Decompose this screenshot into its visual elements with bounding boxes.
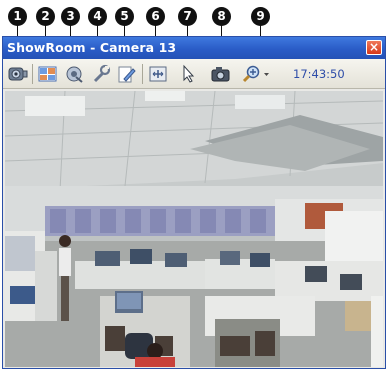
- snapshot-icon: [211, 67, 230, 82]
- layout-button[interactable]: [37, 64, 59, 84]
- zoom-icon: [242, 65, 269, 83]
- playback-icon: [66, 66, 83, 83]
- close-icon: ×: [368, 40, 380, 54]
- camera-select-button[interactable]: [7, 64, 29, 84]
- callout-6: 6: [146, 7, 165, 26]
- callout-3: 3: [61, 7, 80, 26]
- callout-8: 8: [212, 7, 231, 26]
- snapshot-button[interactable]: [210, 64, 232, 84]
- toolbar-separator: [32, 64, 33, 84]
- pointer-icon: [183, 64, 195, 83]
- toolbar-separator: [142, 64, 143, 84]
- edit-button[interactable]: [116, 64, 138, 84]
- settings-button[interactable]: [90, 64, 112, 84]
- window-title: ShowRoom - Camera 13: [7, 40, 177, 55]
- fit-window-button[interactable]: [147, 64, 169, 84]
- zoom-button[interactable]: [242, 64, 272, 84]
- camera-video-feed[interactable]: [5, 91, 383, 367]
- callout-9: 9: [251, 7, 270, 26]
- callout-1: 1: [8, 7, 27, 26]
- title-bar[interactable]: ShowRoom - Camera 13 ×: [3, 37, 385, 59]
- settings-icon: [93, 64, 111, 83]
- layout-icon: [38, 66, 57, 82]
- callout-5: 5: [115, 7, 134, 26]
- office-scene-image: [5, 91, 383, 367]
- time-display: 17:43:50: [293, 67, 345, 81]
- camera-window: ShowRoom - Camera 13 × 17:43:50: [2, 36, 386, 369]
- camera-select-icon: [8, 67, 28, 81]
- pointer-button[interactable]: [178, 64, 200, 84]
- callout-7: 7: [178, 7, 197, 26]
- toolbar: 17:43:50: [3, 59, 385, 89]
- callout-4: 4: [88, 7, 107, 26]
- fit-window-icon: [149, 66, 167, 82]
- callout-2: 2: [36, 7, 55, 26]
- close-button[interactable]: ×: [366, 40, 382, 55]
- playback-button[interactable]: [63, 64, 85, 84]
- edit-icon: [118, 66, 136, 83]
